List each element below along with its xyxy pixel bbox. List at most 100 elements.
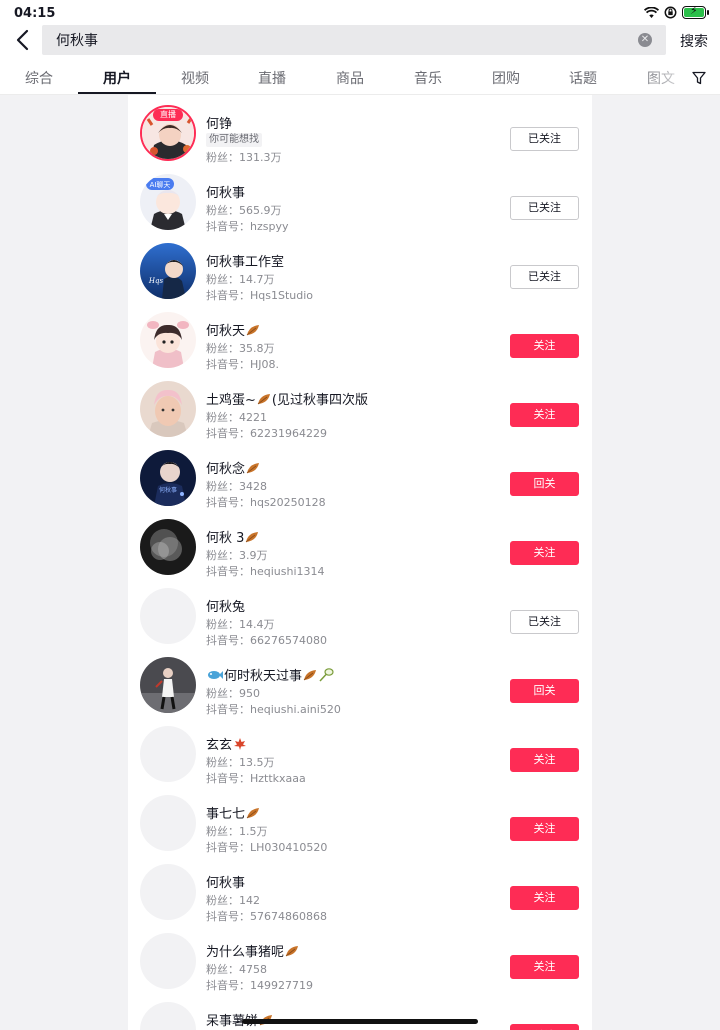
follow-back-button[interactable]: 回关 xyxy=(510,679,579,703)
user-row[interactable]: 何秋事 粉丝：142 抖音号：57674860868 关注 xyxy=(128,859,592,928)
follow-button[interactable]: 关注 xyxy=(510,403,579,427)
tab-live[interactable]: 直播 xyxy=(258,68,286,88)
follow-button[interactable]: 关注 xyxy=(510,748,579,772)
user-row[interactable]: AI聊天 何秋事 粉丝：565.9万 抖音号：hzspyy 已关注 xyxy=(128,169,592,238)
user-row[interactable]: 呆事薯饼 关注 xyxy=(128,997,592,1030)
user-name[interactable]: 玄玄 xyxy=(206,734,248,753)
badminton-racket-icon xyxy=(319,668,334,682)
follow-button[interactable]: 关注 xyxy=(510,334,579,358)
search-input[interactable] xyxy=(56,25,626,55)
user-row[interactable]: 土鸡蛋~ (见过秋事四次版 粉丝：4221 抖音号：62231964229 关注 xyxy=(128,376,592,445)
user-row[interactable]: 玄玄 粉丝：13.5万 抖音号：Hzttkxaaa 关注 xyxy=(128,721,592,790)
active-tab-indicator xyxy=(78,92,156,94)
avatar[interactable]: Hqs xyxy=(140,243,196,299)
following-button[interactable]: 已关注 xyxy=(510,265,579,289)
battery-icon: ⚡ xyxy=(682,4,709,19)
tab-music[interactable]: 音乐 xyxy=(414,68,442,88)
svg-text:AI聊天: AI聊天 xyxy=(150,180,171,189)
user-row[interactable]: 何秋事 何秋念 粉丝：3428 抖音号：hqs20250128 回关 xyxy=(128,445,592,514)
avatar[interactable]: AI聊天 xyxy=(140,174,196,230)
user-results-list: 直播 何铮 你可能想找 粉丝：131.3万 已关注 AI聊天 何秋事 粉丝：56… xyxy=(128,95,592,1030)
avatar[interactable] xyxy=(140,312,196,368)
following-button[interactable]: 已关注 xyxy=(510,196,579,220)
follower-count: 粉丝：565.9万 xyxy=(206,204,282,217)
orientation-lock-icon xyxy=(664,6,677,19)
fish-icon xyxy=(208,671,223,679)
user-name-suffix: (见过秋事四次版 xyxy=(271,393,368,408)
user-name-text: 玄玄 xyxy=(206,738,233,753)
douyin-id: 抖音号：hqs20250128 xyxy=(206,496,326,509)
follow-button[interactable]: 关注 xyxy=(510,955,579,979)
avatar[interactable] xyxy=(140,657,196,713)
user-name[interactable]: 何时秋天过事 xyxy=(206,665,334,684)
avatar-placeholder[interactable] xyxy=(140,588,196,644)
search-box[interactable]: ✕ xyxy=(42,25,666,55)
follow-button[interactable]: 关注 xyxy=(510,817,579,841)
user-row[interactable]: 直播 何铮 你可能想找 粉丝：131.3万 已关注 xyxy=(128,100,592,169)
avatar[interactable] xyxy=(140,519,196,575)
user-name[interactable]: 何秋 3 xyxy=(206,527,260,546)
back-arrow-icon[interactable] xyxy=(12,28,34,52)
avatar[interactable] xyxy=(140,381,196,437)
avatar[interactable]: 何秋事 xyxy=(140,450,196,506)
result-tabs: 综合 用户 视频 直播 商品 音乐 团购 话题 图文 xyxy=(0,62,720,95)
tab-products[interactable]: 商品 xyxy=(336,68,364,88)
follow-button[interactable]: 关注 xyxy=(510,886,579,910)
svg-text:何秋事: 何秋事 xyxy=(159,486,177,494)
follow-back-button[interactable]: 回关 xyxy=(510,472,579,496)
user-name[interactable]: 何秋念 xyxy=(206,458,261,477)
follower-count: 粉丝：4758 xyxy=(206,963,267,976)
autumn-leaf-icon xyxy=(303,670,317,681)
filter-icon[interactable] xyxy=(692,71,706,85)
user-name-text: 何时秋天过事 xyxy=(224,669,303,684)
douyin-id: 抖音号：149927719 xyxy=(206,979,313,992)
following-button[interactable]: 已关注 xyxy=(510,610,579,634)
tab-topics[interactable]: 话题 xyxy=(569,68,597,88)
avatar-placeholder[interactable] xyxy=(140,864,196,920)
search-button[interactable]: 搜索 xyxy=(680,31,708,51)
follower-count: 粉丝：14.4万 xyxy=(206,618,275,631)
user-row[interactable]: 何时秋天过事 粉丝：950 抖音号：heqiushi.aini520 回关 xyxy=(128,652,592,721)
home-indicator[interactable] xyxy=(242,1019,478,1024)
follower-count: 粉丝：3428 xyxy=(206,480,267,493)
following-button[interactable]: 已关注 xyxy=(510,127,579,151)
tab-fade xyxy=(636,62,696,94)
clear-icon[interactable]: ✕ xyxy=(638,33,652,47)
tab-group-buy[interactable]: 团购 xyxy=(492,68,520,88)
user-name-text: 何秋 3 xyxy=(206,531,245,546)
user-name[interactable]: 何铮 xyxy=(206,113,232,132)
user-row[interactable]: 何秋天 粉丝：35.8万 抖音号：HJ08. 关注 xyxy=(128,307,592,376)
user-name[interactable]: 何秋天 xyxy=(206,320,261,339)
user-name[interactable]: 事七七 xyxy=(206,803,261,822)
follower-count: 粉丝：142 xyxy=(206,894,260,907)
user-row[interactable]: 何秋 3 粉丝：3.9万 抖音号：heqiushi1314 关注 xyxy=(128,514,592,583)
follower-count: 粉丝：35.8万 xyxy=(206,342,275,355)
status-icons: ⚡ xyxy=(644,4,709,19)
avatar-placeholder[interactable] xyxy=(140,795,196,851)
tab-users[interactable]: 用户 xyxy=(103,68,131,88)
follower-count: 粉丝：4221 xyxy=(206,411,267,424)
tab-comprehensive[interactable]: 综合 xyxy=(25,68,53,88)
follow-button[interactable]: 关注 xyxy=(510,1024,579,1030)
avatar-placeholder[interactable] xyxy=(140,933,196,989)
live-badge: 直播 xyxy=(153,109,183,121)
user-name[interactable]: 为什么事猪呢 xyxy=(206,941,300,960)
user-name[interactable]: 何秋事 xyxy=(206,872,245,891)
user-name[interactable]: 土鸡蛋~ (见过秋事四次版 xyxy=(206,389,368,408)
avatar-placeholder[interactable] xyxy=(140,1002,196,1030)
user-name-text: 何秋念 xyxy=(206,462,246,477)
user-name[interactable]: 何秋事 xyxy=(206,182,245,201)
avatar-placeholder[interactable] xyxy=(140,726,196,782)
tab-videos[interactable]: 视频 xyxy=(181,68,209,88)
user-name[interactable]: 何秋兔 xyxy=(206,596,245,615)
user-name[interactable]: 何秋事工作室 xyxy=(206,251,284,270)
follower-count: 粉丝：14.7万 xyxy=(206,273,275,286)
follow-button[interactable]: 关注 xyxy=(510,541,579,565)
user-row[interactable]: 事七七 粉丝：1.5万 抖音号：LH030410520 关注 xyxy=(128,790,592,859)
user-row[interactable]: 何秋兔 粉丝：14.4万 抖音号：66276574080 已关注 xyxy=(128,583,592,652)
user-row[interactable]: Hqs 何秋事工作室 粉丝：14.7万 抖音号：Hqs1Studio 已关注 xyxy=(128,238,592,307)
follower-count: 粉丝：1.5万 xyxy=(206,825,268,838)
status-bar: 04:15 ⚡ xyxy=(0,0,720,26)
user-row[interactable]: 为什么事猪呢 粉丝：4758 抖音号：149927719 关注 xyxy=(128,928,592,997)
status-time: 04:15 xyxy=(14,6,56,21)
